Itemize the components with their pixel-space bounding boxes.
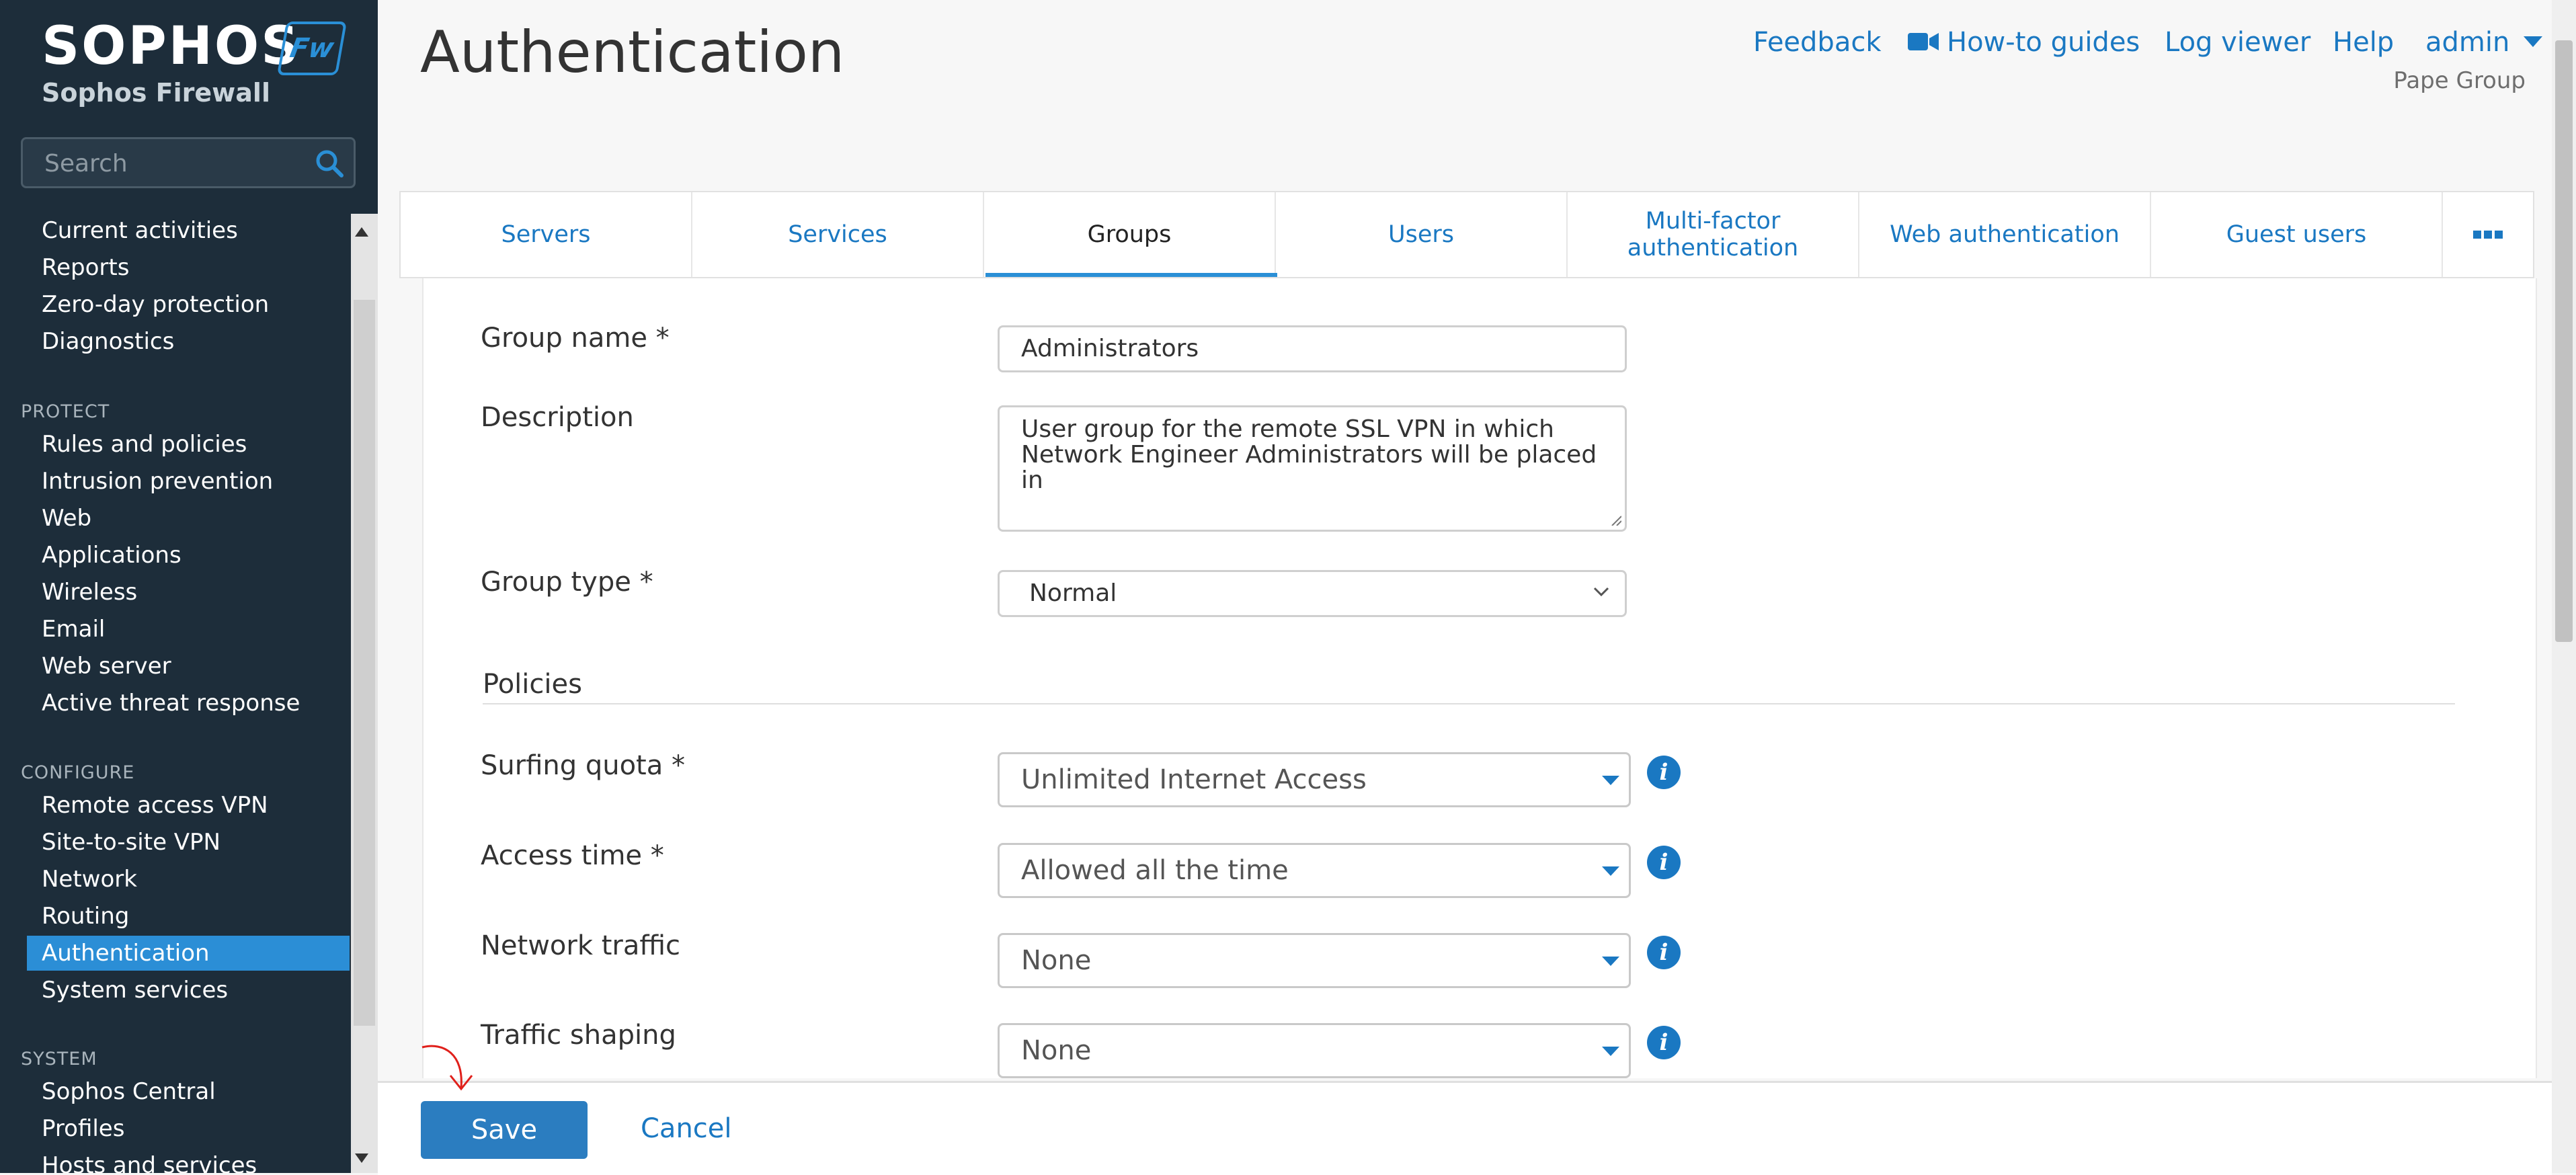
description-textarea[interactable]: User group for the remote SSL VPN in whi…: [998, 405, 1627, 532]
caret-down-icon: [1602, 957, 1619, 966]
sidebar-item-site-to-site-vpn[interactable]: Site-to-site VPN: [42, 825, 220, 860]
page-title: Authentication: [420, 19, 845, 86]
admin-menu[interactable]: admin: [2425, 27, 2543, 58]
help-link[interactable]: Help: [2333, 27, 2394, 58]
scroll-up-arrow-icon[interactable]: [355, 227, 368, 237]
sidebar-item-zero-day-protection[interactable]: Zero-day protection: [42, 287, 269, 322]
sidebar-item-rules-and-policies[interactable]: Rules and policies: [42, 427, 247, 462]
tab-groups[interactable]: Groups: [984, 192, 1276, 277]
group-type-label: Group type *: [481, 567, 653, 598]
search-box: [21, 137, 356, 188]
sophos-logo[interactable]: SOPHOS Fw Sophos Firewall: [42, 16, 348, 108]
sidebar-item-profiles[interactable]: Profiles: [42, 1111, 124, 1146]
group-name-input[interactable]: Administrators: [998, 325, 1627, 372]
traffic-shaping-label: Traffic shaping: [481, 1020, 676, 1051]
surfing-quota-label: Surfing quota *: [481, 750, 685, 781]
tab-servers[interactable]: Servers: [401, 192, 692, 277]
feedback-link[interactable]: Feedback: [1753, 27, 1882, 58]
admin-label: admin: [2425, 27, 2510, 58]
network-traffic-label: Network traffic: [481, 930, 681, 961]
policies-heading: Policies: [483, 669, 582, 700]
sidebar-item-network[interactable]: Network: [42, 862, 137, 897]
search-input[interactable]: [43, 139, 301, 188]
sidebar-item-system-services[interactable]: System services: [42, 973, 228, 1008]
sidebar-item-web-server[interactable]: Web server: [42, 649, 171, 684]
caret-down-icon: [2524, 36, 2543, 47]
traffic-shaping-value: None: [1021, 1035, 1092, 1066]
tab-guest-users[interactable]: Guest users: [2151, 192, 2443, 277]
log-viewer-link[interactable]: Log viewer: [2165, 27, 2310, 58]
info-icon[interactable]: i: [1647, 846, 1681, 879]
tab-multi-factor-authentication[interactable]: Multi-factor authentication: [1568, 192, 1859, 277]
sidebar-item-remote-access-vpn[interactable]: Remote access VPN: [42, 788, 268, 823]
annotation-arrow-icon: [421, 1045, 473, 1091]
sidebar-item-intrusion-prevention[interactable]: Intrusion prevention: [42, 464, 273, 499]
sidebar-scrollbar-thumb[interactable]: [354, 300, 375, 1026]
sidebar-item-authentication[interactable]: Authentication: [42, 936, 210, 971]
active-tab-indicator: [985, 273, 1277, 277]
product-name: Sophos Firewall: [42, 78, 270, 108]
policies-divider: [483, 703, 2455, 704]
sidebar-item-current-activities[interactable]: Current activities: [42, 213, 238, 248]
group-name-label: Group name *: [481, 323, 670, 354]
page-scrollbar-thumb[interactable]: [2555, 40, 2573, 642]
description-label: Description: [481, 402, 634, 433]
group-type-select[interactable]: Normal: [998, 570, 1627, 617]
info-icon[interactable]: i: [1647, 936, 1681, 969]
surfing-quota-select[interactable]: Unlimited Internet Access: [998, 752, 1631, 807]
sidebar-item-active-threat-response[interactable]: Active threat response: [42, 686, 300, 721]
access-time-select[interactable]: Allowed all the time: [998, 843, 1631, 898]
caret-down-icon: [1602, 776, 1619, 785]
info-icon[interactable]: i: [1647, 1026, 1681, 1059]
chevron-down-icon: [1593, 587, 1609, 597]
resize-handle-icon[interactable]: [1611, 515, 1621, 526]
network-traffic-value: None: [1021, 945, 1092, 976]
sidebar-item-sophos-central[interactable]: Sophos Central: [42, 1074, 216, 1109]
brand-name: SOPHOS: [42, 16, 301, 77]
sidebar-item-hosts-and-services[interactable]: Hosts and services: [42, 1148, 257, 1173]
sidebar-item-applications[interactable]: Applications: [42, 538, 182, 573]
sidebar-item-routing[interactable]: Routing: [42, 899, 129, 934]
tab-users[interactable]: Users: [1276, 192, 1568, 277]
sidebar: SOPHOS Fw Sophos Firewall Current activi…: [0, 0, 378, 1173]
tab-web-authentication[interactable]: Web authentication: [1859, 192, 2151, 277]
more-options-icon: [2473, 231, 2503, 239]
cancel-button[interactable]: Cancel: [641, 1113, 732, 1144]
caret-down-icon: [1602, 1047, 1619, 1056]
sidebar-section-protect: PROTECT: [21, 401, 110, 422]
howto-guides-link[interactable]: How-to guides: [1908, 27, 2140, 58]
sidebar-section-configure: CONFIGURE: [21, 762, 135, 783]
tab-bar: Servers Services Groups Users Multi-fact…: [399, 191, 2534, 278]
howto-guides-label: How-to guides: [1947, 27, 2140, 58]
sidebar-item-wireless[interactable]: Wireless: [42, 575, 137, 610]
sidebar-item-web[interactable]: Web: [42, 501, 91, 536]
sidebar-section-system: SYSTEM: [21, 1049, 97, 1069]
sidebar-item-diagnostics[interactable]: Diagnostics: [42, 324, 174, 359]
tab-more[interactable]: [2443, 192, 2533, 277]
sidebar-item-email[interactable]: Email: [42, 612, 105, 647]
sidebar-item-reports[interactable]: Reports: [42, 250, 129, 285]
info-icon[interactable]: i: [1647, 756, 1681, 789]
organization-name: Pape Group: [2393, 67, 2526, 94]
caret-down-icon: [1602, 866, 1619, 876]
save-button[interactable]: Save: [421, 1101, 588, 1159]
firewall-badge-icon: Fw: [276, 22, 348, 75]
access-time-value: Allowed all the time: [1021, 855, 1289, 886]
tab-services[interactable]: Services: [692, 192, 984, 277]
access-time-label: Access time *: [481, 840, 664, 871]
traffic-shaping-select[interactable]: None: [998, 1023, 1631, 1078]
scroll-down-arrow-icon[interactable]: [355, 1153, 368, 1163]
search-icon[interactable]: [315, 149, 344, 178]
video-camera-icon: [1908, 33, 1939, 50]
surfing-quota-value: Unlimited Internet Access: [1021, 764, 1367, 795]
network-traffic-select[interactable]: None: [998, 933, 1631, 988]
